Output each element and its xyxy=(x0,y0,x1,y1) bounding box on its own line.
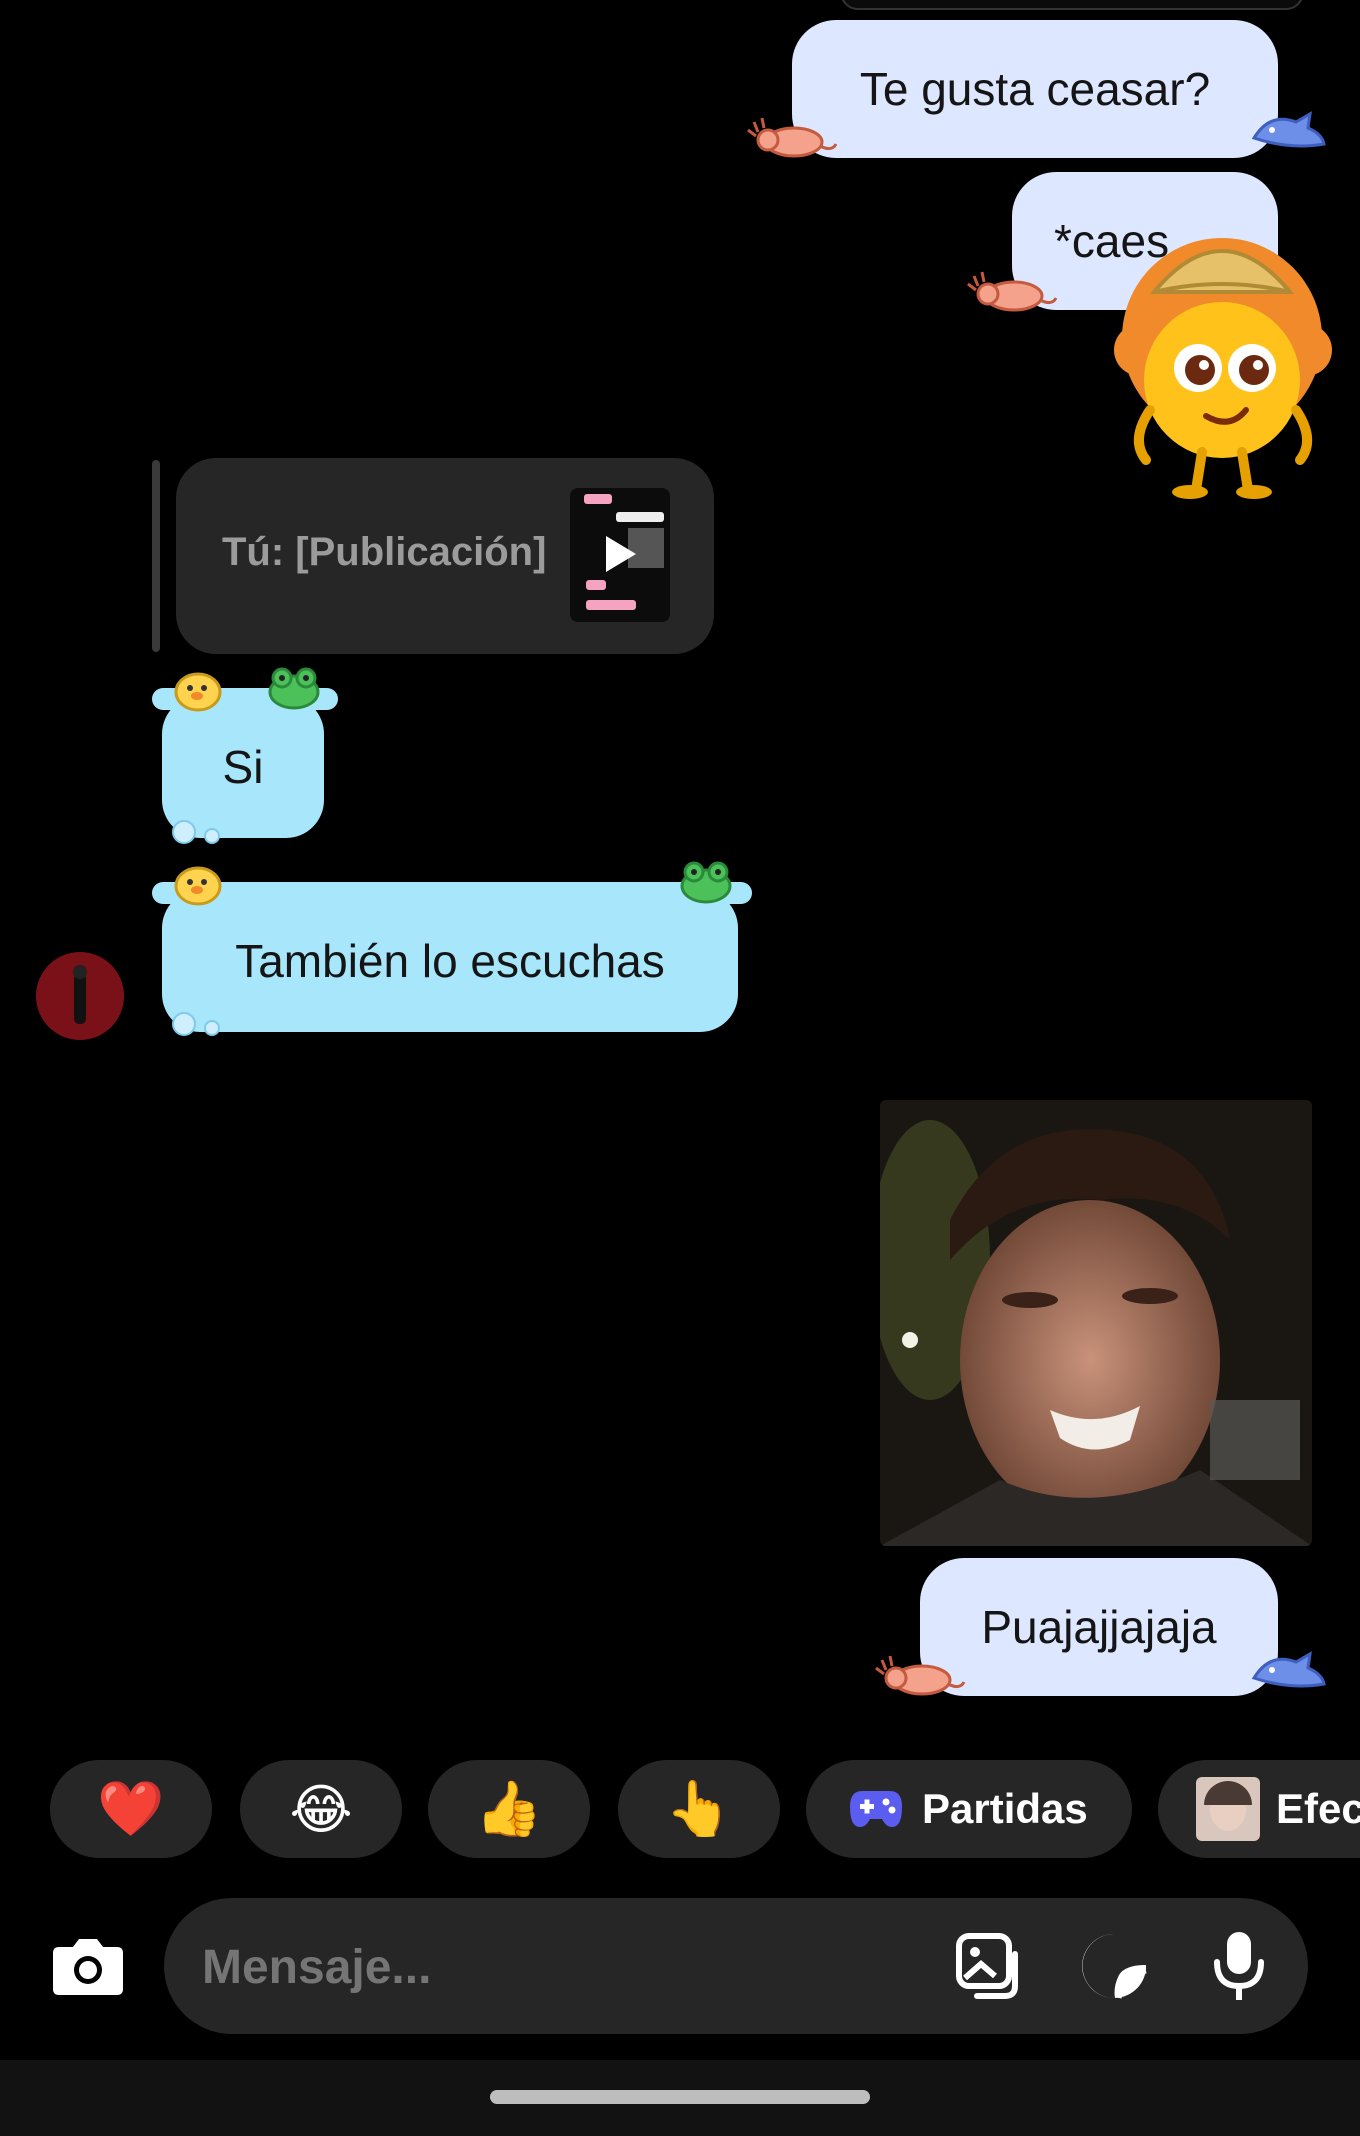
reply-bar xyxy=(152,460,160,652)
incoming-message[interactable]: Si xyxy=(152,688,338,838)
message-text: Si xyxy=(222,741,264,793)
point-up-icon: 👆 xyxy=(665,1778,733,1839)
message-input[interactable] xyxy=(200,1928,944,2006)
camera-button[interactable] xyxy=(46,1930,130,2002)
incoming-message[interactable]: También lo escuchas xyxy=(152,882,752,1032)
heart-icon: ❤️ xyxy=(97,1778,165,1839)
effects-label: Efec xyxy=(1276,1785,1360,1832)
camera-icon xyxy=(53,1939,123,1995)
message-composer[interactable] xyxy=(164,1898,1308,2034)
post-thumbnail[interactable] xyxy=(570,488,670,622)
pig-decoration-icon xyxy=(966,266,1058,314)
play-icon xyxy=(606,536,636,572)
message-text: También lo escuchas xyxy=(235,935,665,987)
reaction-thumbs-up-button[interactable]: 👍 xyxy=(428,1760,590,1858)
shark-decoration-icon xyxy=(1250,1644,1326,1694)
avatar[interactable] xyxy=(36,952,124,1040)
shark-decoration-icon xyxy=(1250,104,1326,154)
reaction-laugh-button[interactable]: 😂 xyxy=(240,1760,402,1858)
games-button[interactable]: Partidas xyxy=(806,1760,1132,1858)
message-text: Te gusta ceasar? xyxy=(859,63,1211,115)
sticker-button[interactable] xyxy=(1074,1928,1154,2004)
duck-decoration-icon xyxy=(172,862,224,906)
bubbles-decoration-icon xyxy=(168,818,228,848)
sticker-icon xyxy=(1082,1934,1147,1999)
shared-photo[interactable] xyxy=(880,1100,1312,1546)
gamepad-icon xyxy=(850,1791,902,1827)
frog-decoration-icon xyxy=(678,858,734,904)
games-label: Partidas xyxy=(922,1785,1088,1832)
message-text: Puajajjajaja xyxy=(981,1601,1217,1653)
home-indicator[interactable] xyxy=(490,2090,870,2104)
thumbs-up-icon: 👍 xyxy=(475,1778,543,1839)
effect-thumbnail xyxy=(1196,1777,1260,1841)
reaction-heart-button[interactable]: ❤️ xyxy=(50,1760,212,1858)
frog-decoration-icon xyxy=(266,664,322,710)
pig-decoration-icon xyxy=(874,1650,966,1698)
gallery-icon xyxy=(956,1933,1018,1999)
reaction-point-up-button[interactable]: 👆 xyxy=(618,1760,780,1858)
bubbles-decoration-icon xyxy=(168,1010,228,1040)
emoji-sticker[interactable] xyxy=(1110,220,1334,500)
microphone-button[interactable] xyxy=(1204,1928,1274,2004)
laughing-emoji-icon: 😂 xyxy=(289,1779,353,1840)
previous-message-edge xyxy=(840,0,1304,10)
reply-preview-text: Tú: [Publicación] xyxy=(222,530,547,574)
outgoing-message[interactable]: Te gusta ceasar? xyxy=(792,20,1278,158)
outgoing-message[interactable]: Puajajjajaja xyxy=(920,1558,1278,1696)
effects-button[interactable]: Efec xyxy=(1158,1760,1360,1858)
gallery-button[interactable] xyxy=(950,1928,1030,2004)
microphone-icon xyxy=(1214,1932,1264,2000)
duck-decoration-icon xyxy=(172,668,224,712)
pig-decoration-icon xyxy=(746,112,838,160)
reply-preview[interactable]: Tú: [Publicación] xyxy=(176,458,714,654)
